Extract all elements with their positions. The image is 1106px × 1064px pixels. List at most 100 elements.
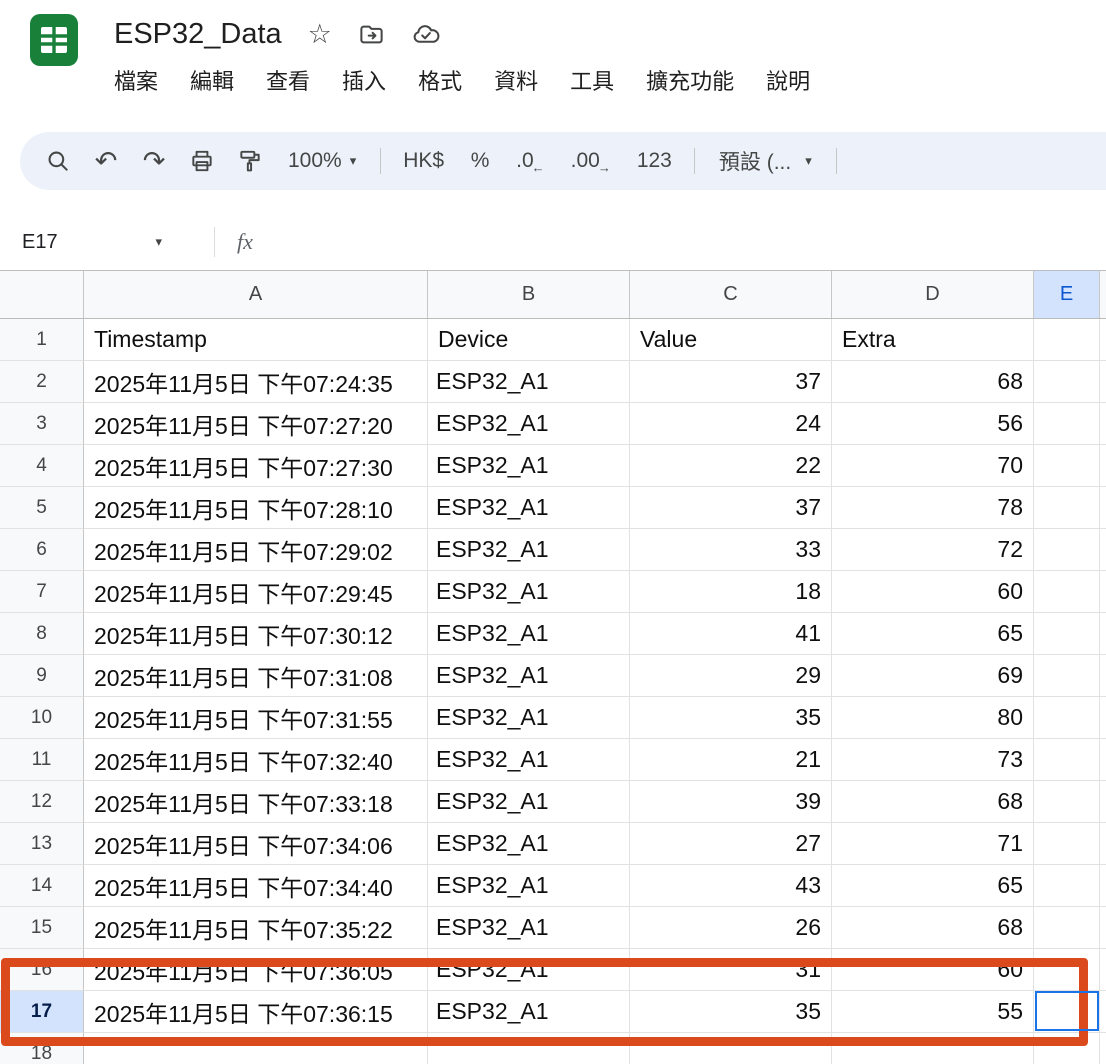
redo-icon[interactable]: ↷: [132, 139, 176, 183]
menu-item-2[interactable]: 編輯: [190, 64, 234, 96]
row-header-16[interactable]: 16: [0, 949, 84, 991]
cell-B8[interactable]: ESP32_A1: [428, 613, 630, 655]
row-header-13[interactable]: 13: [0, 823, 84, 865]
menu-item-4[interactable]: 插入: [342, 64, 386, 96]
star-icon[interactable]: ☆: [308, 21, 332, 48]
row-header-8[interactable]: 8: [0, 613, 84, 655]
undo-icon[interactable]: ↶: [84, 139, 128, 183]
cell-A2[interactable]: 2025年11月5日 下午07:24:35: [84, 361, 428, 403]
menu-item-9[interactable]: 說明: [766, 64, 810, 96]
row-header-17[interactable]: 17: [0, 991, 84, 1033]
percent-format-button[interactable]: %: [458, 139, 502, 183]
cell-C16[interactable]: 31: [630, 949, 832, 991]
cell-B12[interactable]: ESP32_A1: [428, 781, 630, 823]
row-header-11[interactable]: 11: [0, 739, 84, 781]
cell-C17[interactable]: 35: [630, 991, 832, 1033]
number-format-button[interactable]: 123: [627, 139, 682, 183]
cell-B16[interactable]: ESP32_A1: [428, 949, 630, 991]
cell-E13[interactable]: [1034, 823, 1100, 865]
select-all-corner[interactable]: [0, 271, 84, 318]
cell-E10[interactable]: [1034, 697, 1100, 739]
cell-D3[interactable]: 56: [832, 403, 1034, 445]
cell-E2[interactable]: [1034, 361, 1100, 403]
cell-A1[interactable]: Timestamp: [84, 319, 428, 361]
cell-C3[interactable]: 24: [630, 403, 832, 445]
sheets-logo-icon[interactable]: [26, 12, 82, 68]
cell-A18[interactable]: [84, 1033, 428, 1064]
row-header-2[interactable]: 2: [0, 361, 84, 403]
row-header-4[interactable]: 4: [0, 445, 84, 487]
cell-C11[interactable]: 21: [630, 739, 832, 781]
cell-B2[interactable]: ESP32_A1: [428, 361, 630, 403]
cell-C9[interactable]: 29: [630, 655, 832, 697]
column-header-E[interactable]: E: [1034, 271, 1100, 318]
cell-D16[interactable]: 60: [832, 949, 1034, 991]
cell-E6[interactable]: [1034, 529, 1100, 571]
cell-D14[interactable]: 65: [832, 865, 1034, 907]
currency-format-button[interactable]: HK$: [393, 139, 454, 183]
search-icon[interactable]: [36, 139, 80, 183]
cell-B5[interactable]: ESP32_A1: [428, 487, 630, 529]
cell-E8[interactable]: [1034, 613, 1100, 655]
decrease-decimal-button[interactable]: .0 ←: [506, 139, 557, 183]
cell-D7[interactable]: 60: [832, 571, 1034, 613]
cell-E3[interactable]: [1034, 403, 1100, 445]
cloud-save-status-icon[interactable]: [411, 20, 440, 49]
cell-E18[interactable]: [1034, 1033, 1100, 1064]
cell-D13[interactable]: 71: [832, 823, 1034, 865]
cell-B3[interactable]: ESP32_A1: [428, 403, 630, 445]
cell-C14[interactable]: 43: [630, 865, 832, 907]
cell-C12[interactable]: 39: [630, 781, 832, 823]
cell-A7[interactable]: 2025年11月5日 下午07:29:45: [84, 571, 428, 613]
column-header-C[interactable]: C: [630, 271, 832, 318]
column-header-D[interactable]: D: [832, 271, 1034, 318]
menu-item-7[interactable]: 工具: [570, 64, 614, 96]
cell-B7[interactable]: ESP32_A1: [428, 571, 630, 613]
menu-item-8[interactable]: 擴充功能: [646, 64, 734, 96]
row-header-5[interactable]: 5: [0, 487, 84, 529]
document-title[interactable]: ESP32_Data: [114, 18, 282, 51]
cell-C5[interactable]: 37: [630, 487, 832, 529]
menu-item-1[interactable]: 檔案: [114, 64, 158, 96]
cell-D9[interactable]: 69: [832, 655, 1034, 697]
row-header-1[interactable]: 1: [0, 319, 84, 361]
cell-A15[interactable]: 2025年11月5日 下午07:35:22: [84, 907, 428, 949]
cell-A12[interactable]: 2025年11月5日 下午07:33:18: [84, 781, 428, 823]
cell-C10[interactable]: 35: [630, 697, 832, 739]
increase-decimal-button[interactable]: .00 →: [561, 139, 623, 183]
cell-B15[interactable]: ESP32_A1: [428, 907, 630, 949]
menu-item-5[interactable]: 格式: [418, 64, 462, 96]
row-header-7[interactable]: 7: [0, 571, 84, 613]
number-format-select[interactable]: 預設 (... ▾: [707, 139, 824, 183]
cell-B17[interactable]: ESP32_A1: [428, 991, 630, 1033]
cell-D10[interactable]: 80: [832, 697, 1034, 739]
cell-D17[interactable]: 55: [832, 991, 1034, 1033]
cell-C6[interactable]: 33: [630, 529, 832, 571]
cell-B13[interactable]: ESP32_A1: [428, 823, 630, 865]
cell-A4[interactable]: 2025年11月5日 下午07:27:30: [84, 445, 428, 487]
cell-E9[interactable]: [1034, 655, 1100, 697]
column-header-A[interactable]: A: [84, 271, 428, 318]
cell-E11[interactable]: [1034, 739, 1100, 781]
cell-D12[interactable]: 68: [832, 781, 1034, 823]
cell-C4[interactable]: 22: [630, 445, 832, 487]
move-folder-icon[interactable]: [358, 21, 385, 48]
cell-B4[interactable]: ESP32_A1: [428, 445, 630, 487]
row-header-6[interactable]: 6: [0, 529, 84, 571]
cell-D6[interactable]: 72: [832, 529, 1034, 571]
cell-A13[interactable]: 2025年11月5日 下午07:34:06: [84, 823, 428, 865]
cell-D2[interactable]: 68: [832, 361, 1034, 403]
cell-C8[interactable]: 41: [630, 613, 832, 655]
cell-E16[interactable]: [1034, 949, 1100, 991]
row-header-14[interactable]: 14: [0, 865, 84, 907]
row-header-10[interactable]: 10: [0, 697, 84, 739]
cell-C2[interactable]: 37: [630, 361, 832, 403]
cell-D1[interactable]: Extra: [832, 319, 1034, 361]
cell-B1[interactable]: Device: [428, 319, 630, 361]
cell-E4[interactable]: [1034, 445, 1100, 487]
cell-D11[interactable]: 73: [832, 739, 1034, 781]
cell-A17[interactable]: 2025年11月5日 下午07:36:15: [84, 991, 428, 1033]
row-header-18[interactable]: 18: [0, 1033, 84, 1064]
row-header-3[interactable]: 3: [0, 403, 84, 445]
cell-A6[interactable]: 2025年11月5日 下午07:29:02: [84, 529, 428, 571]
